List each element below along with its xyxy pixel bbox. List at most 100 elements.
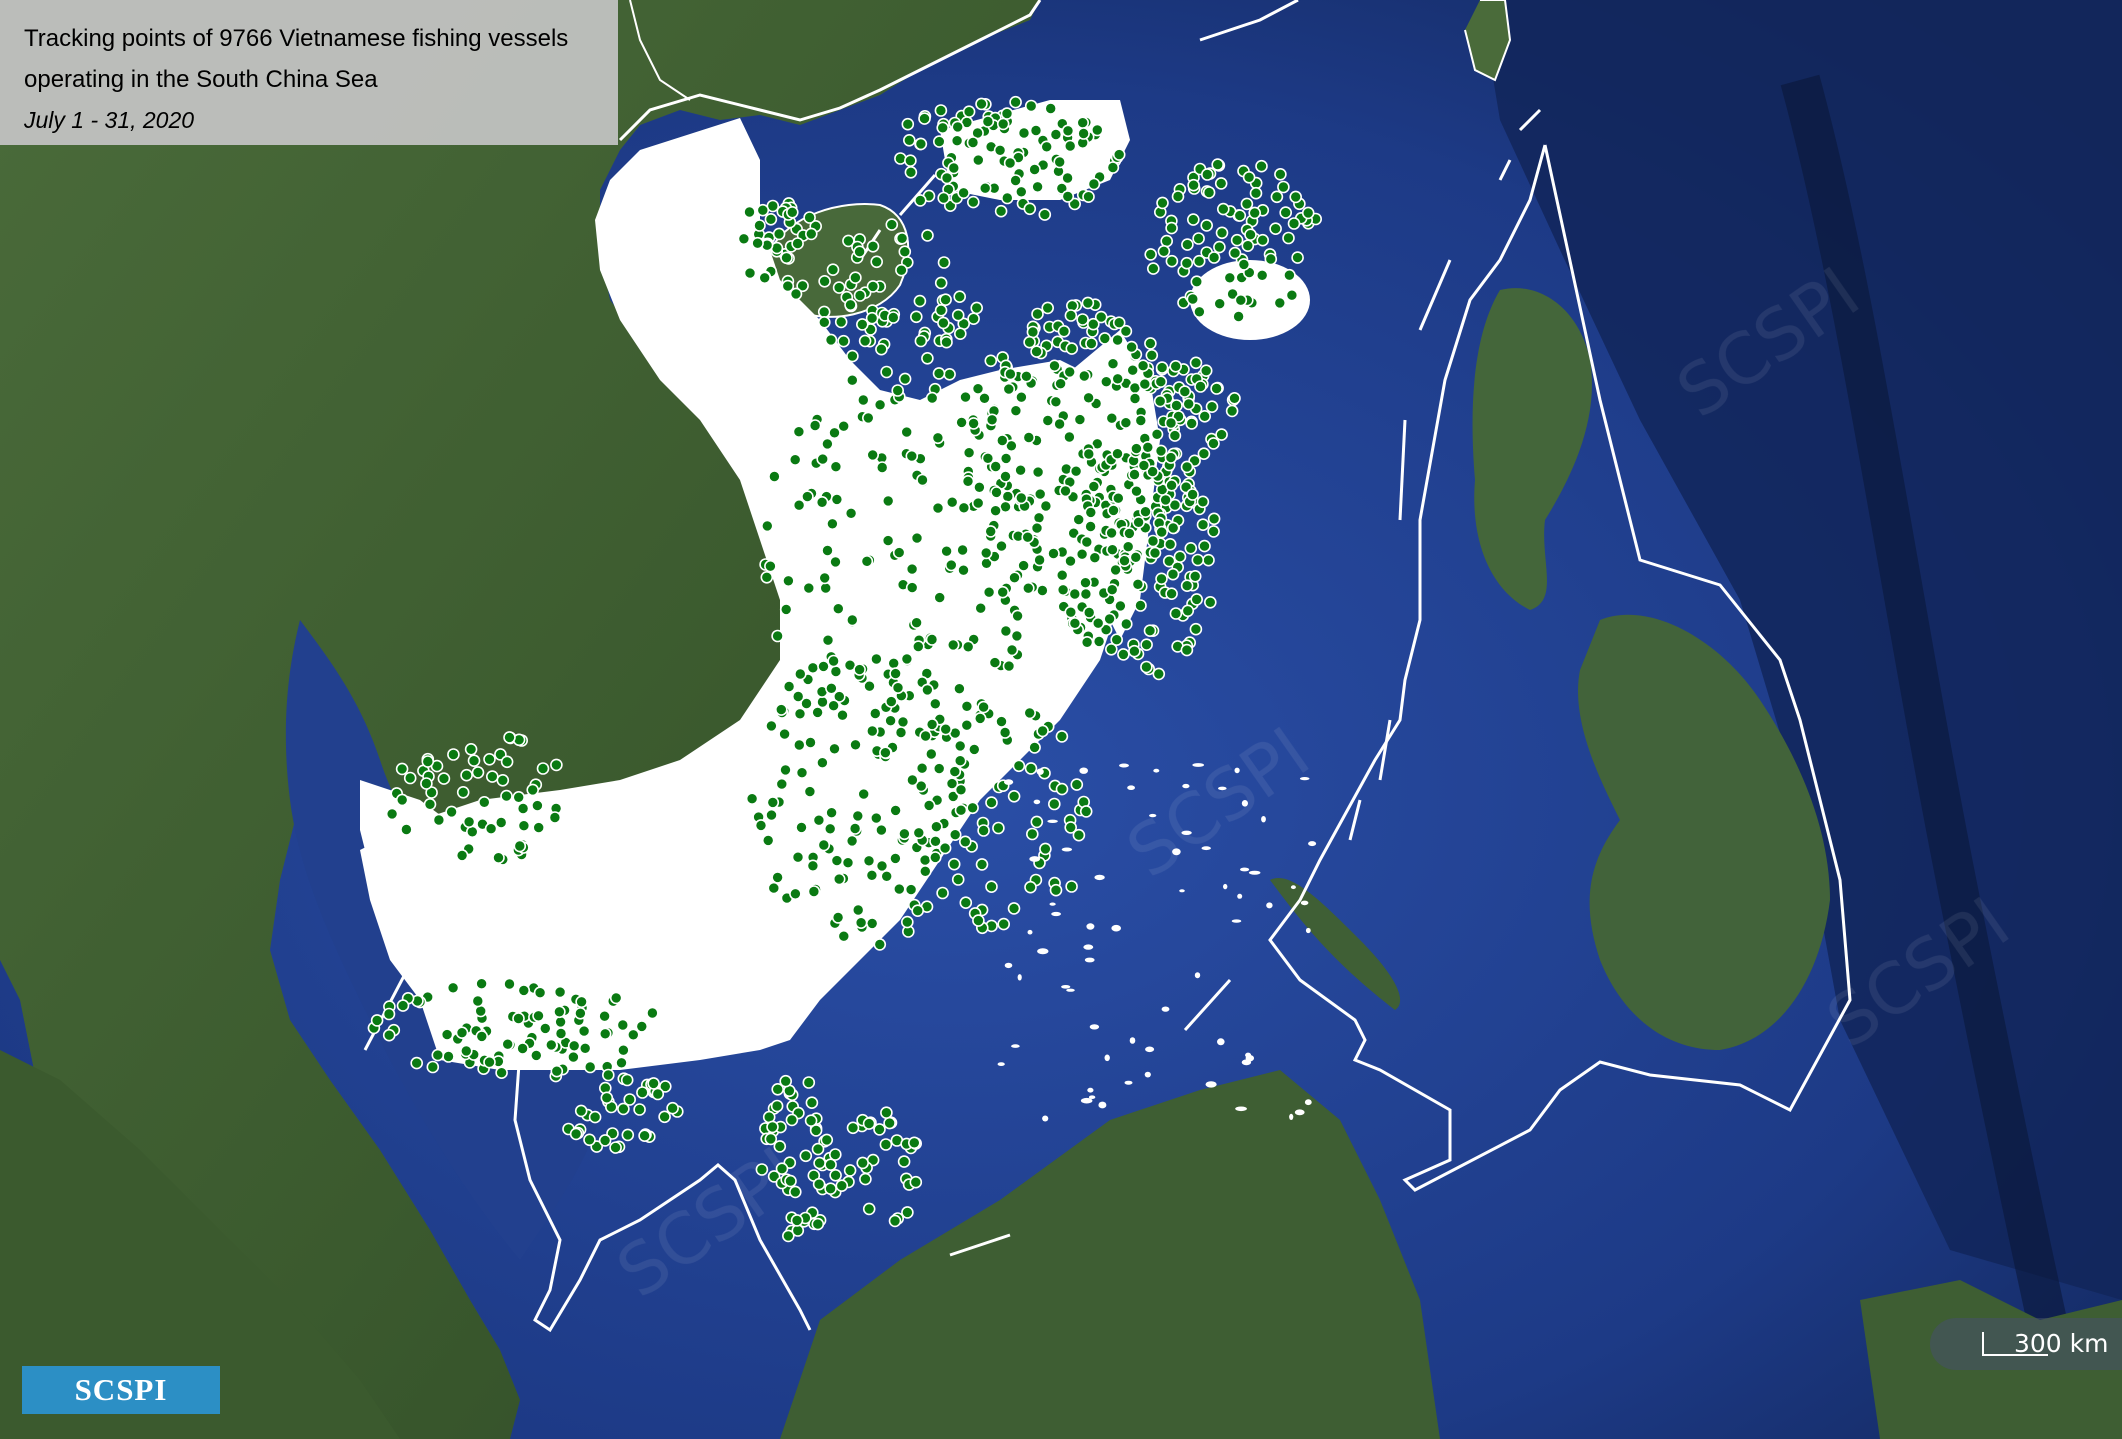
vessel-point	[966, 136, 980, 149]
vessel-point	[846, 349, 859, 363]
vessel-point	[934, 276, 948, 290]
vessel-point	[953, 327, 967, 341]
vessel-point	[933, 591, 947, 604]
vessel-point	[971, 382, 985, 396]
vessel-point	[455, 1026, 469, 1039]
vessel-point	[1241, 239, 1255, 252]
vessel-point	[1112, 316, 1126, 330]
vessel-point	[1249, 186, 1263, 200]
vessel-point	[1002, 659, 1016, 673]
vessel-point	[909, 310, 923, 324]
vessel-point	[1187, 213, 1200, 226]
vessel-point	[785, 1113, 799, 1127]
vessel-point	[988, 656, 1002, 669]
vessel-point	[1000, 107, 1014, 120]
vessel-point	[791, 237, 804, 250]
vessel-point	[617, 1043, 630, 1057]
vessel-point	[821, 437, 834, 451]
vessel-point	[1125, 340, 1138, 354]
vessel-point	[1024, 880, 1037, 894]
vessel-point	[857, 787, 871, 801]
vessel-point	[1291, 251, 1304, 264]
vessel-point	[550, 758, 563, 772]
vessel-point	[1128, 468, 1141, 481]
vessel-point	[948, 765, 962, 778]
vessel-point	[1126, 363, 1139, 377]
vessel-point	[889, 804, 902, 817]
vessel-point	[1014, 185, 1028, 199]
reef-mark	[1172, 848, 1181, 856]
vessel-point	[921, 351, 934, 365]
vessel-point	[1279, 206, 1292, 219]
vessel-point	[1057, 324, 1071, 338]
vessel-point	[853, 663, 866, 676]
vessel-point	[758, 271, 772, 285]
vessel-point	[1014, 463, 1027, 477]
vessel-point	[1138, 377, 1152, 391]
logo-text: SCSPI	[74, 1372, 168, 1407]
vessel-point	[1055, 568, 1069, 582]
vessel-point	[782, 574, 795, 588]
vessel-point	[1047, 547, 1060, 560]
vessel-point	[574, 1104, 588, 1118]
vessel-point	[994, 204, 1008, 218]
vessel-point	[844, 298, 857, 312]
vessel-point	[459, 1044, 473, 1058]
vessel-point	[1213, 240, 1226, 254]
vessel-point	[1040, 140, 1053, 154]
vessel-point	[512, 1012, 525, 1025]
vessel-point	[1012, 759, 1026, 773]
vessel-point	[793, 707, 807, 721]
vessel-point	[1118, 554, 1131, 568]
vessel-point	[1106, 357, 1120, 371]
vessel-point	[1009, 404, 1023, 418]
vessel-point	[426, 1060, 440, 1074]
reef-mark	[1299, 777, 1310, 781]
vessel-point	[862, 1202, 876, 1216]
vessel-point	[1082, 391, 1095, 405]
vessel-point	[818, 571, 832, 585]
vessel-point	[911, 904, 925, 918]
vessel-point	[799, 1149, 813, 1163]
vessel-point	[996, 585, 1010, 599]
vessel-point	[961, 640, 975, 654]
reef-mark	[1079, 767, 1088, 774]
title-panel: Tracking points of 9766 Vietnamese fishi…	[0, 0, 618, 145]
vessel-point	[995, 715, 1008, 728]
vessel-point	[819, 581, 833, 595]
vessel-point	[959, 390, 972, 404]
vessel-point	[1181, 238, 1194, 251]
vessel-point	[483, 752, 496, 766]
vessel-point	[1085, 337, 1098, 350]
vessel-point	[848, 822, 862, 835]
vessel-point	[870, 652, 883, 666]
vessel-point	[764, 559, 777, 573]
vessel-point	[1200, 219, 1213, 232]
vessel-point	[1002, 382, 1016, 396]
reef-mark	[1047, 819, 1058, 823]
vessel-point	[931, 501, 945, 515]
vessel-point	[996, 117, 1010, 131]
reef-mark	[1145, 1046, 1155, 1053]
vessel-point	[1155, 525, 1168, 539]
vessel-point	[544, 1038, 558, 1052]
vessel-point	[1049, 128, 1063, 141]
vessel-point	[1145, 348, 1159, 362]
satellite-map[interactable]: SCSPI SCSPI SCSPI SCSPI	[0, 0, 2122, 1439]
vessel-point	[471, 766, 485, 779]
vessel-point	[910, 531, 924, 545]
vessel-point	[853, 245, 866, 258]
vessel-point	[1079, 805, 1093, 818]
vessel-point	[813, 1156, 826, 1170]
vessel-point	[815, 495, 829, 509]
reef-mark	[997, 1062, 1005, 1066]
vessel-point	[1182, 397, 1195, 411]
vessel-point	[616, 1018, 630, 1032]
vessel-point	[1105, 583, 1119, 597]
vessel-point	[832, 281, 846, 294]
reef-mark	[1234, 767, 1240, 774]
vessel-point	[866, 240, 880, 253]
vessel-point	[666, 1101, 679, 1115]
vessel-point	[779, 603, 793, 616]
vessel-point	[1156, 196, 1169, 210]
